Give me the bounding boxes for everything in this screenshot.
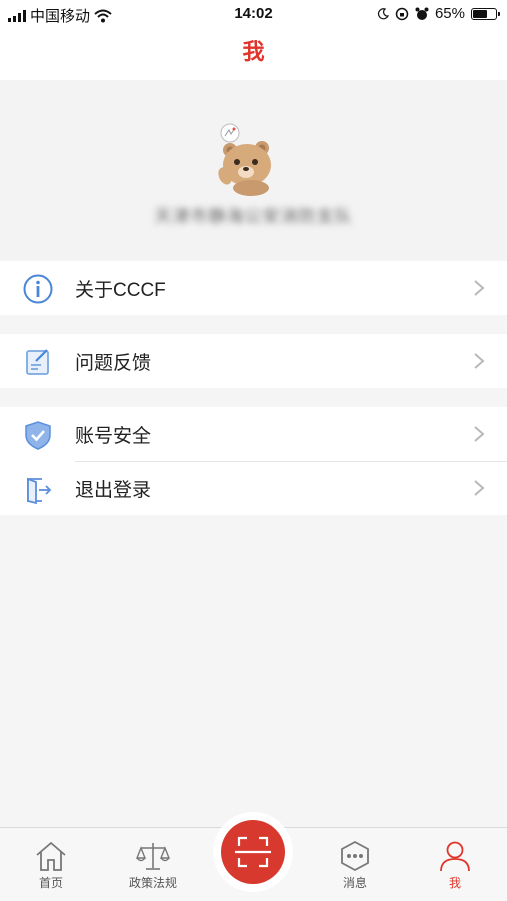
organization-name: 天津市静海公安消防支队 bbox=[154, 207, 353, 226]
tab-label: 首页 bbox=[38, 876, 63, 890]
scales-icon bbox=[136, 843, 170, 870]
alarm-icon bbox=[415, 7, 429, 20]
tab-policy[interactable]: 政策法规 bbox=[113, 840, 193, 891]
rotation-lock-icon bbox=[395, 7, 409, 20]
status-bar: 中国移动 14:02 65% bbox=[0, 0, 507, 28]
moon-icon bbox=[377, 7, 389, 19]
scan-icon bbox=[235, 836, 271, 868]
tab-label: 消息 bbox=[342, 876, 367, 890]
tab-me[interactable]: 我 bbox=[415, 840, 495, 891]
user-icon bbox=[440, 841, 470, 872]
tab-home[interactable]: 首页 bbox=[11, 840, 91, 891]
tab-bar: 首页 政策法规 消息 我 bbox=[0, 812, 507, 901]
menu-group-account: 账号安全 退出登录 bbox=[0, 407, 507, 515]
scan-button-wrapper bbox=[213, 812, 293, 892]
profile-header: 天津市静海公安消防支队 bbox=[0, 80, 507, 260]
avatar[interactable] bbox=[218, 120, 280, 196]
battery-percent: 65% bbox=[434, 5, 465, 22]
menu-item-label: 账号安全 bbox=[75, 425, 152, 447]
scan-button[interactable] bbox=[221, 820, 285, 884]
tab-label: 政策法规 bbox=[128, 876, 177, 890]
tab-messages[interactable]: 消息 bbox=[315, 840, 395, 891]
menu-item-about[interactable]: 关于CCCF bbox=[0, 261, 507, 315]
chevron-right-icon bbox=[474, 280, 485, 296]
logout-icon bbox=[27, 477, 52, 505]
chevron-right-icon bbox=[474, 353, 485, 369]
home-icon bbox=[36, 841, 66, 871]
menu-item-feedback[interactable]: 问题反馈 bbox=[0, 334, 507, 388]
shield-icon bbox=[25, 421, 51, 450]
menu-group-about: 关于CCCF bbox=[0, 261, 507, 315]
chevron-right-icon bbox=[474, 480, 485, 496]
battery-icon bbox=[471, 7, 500, 20]
menu-item-label: 问题反馈 bbox=[75, 352, 152, 374]
menu-item-label: 退出登录 bbox=[75, 479, 152, 501]
tab-label: 我 bbox=[448, 876, 461, 890]
info-icon bbox=[23, 274, 53, 304]
nav-bar: 我 bbox=[0, 28, 507, 80]
chevron-right-icon bbox=[474, 426, 485, 442]
feedback-icon bbox=[26, 349, 49, 375]
message-icon bbox=[341, 840, 369, 872]
menu-item-account-security[interactable]: 账号安全 bbox=[0, 407, 507, 461]
menu-item-label: 关于CCCF bbox=[75, 279, 166, 301]
menu-group-feedback: 问题反馈 bbox=[0, 334, 507, 388]
menu-item-logout[interactable]: 退出登录 bbox=[0, 461, 507, 515]
page-title: 我 bbox=[242, 39, 265, 64]
